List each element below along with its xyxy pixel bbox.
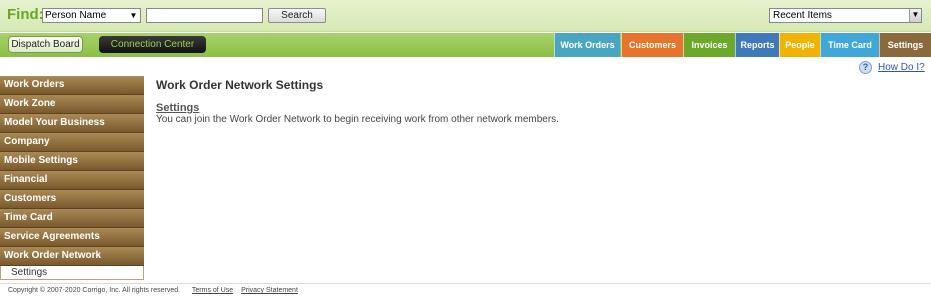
tab-settings[interactable]: Settings — [879, 33, 931, 57]
sidebar-item-service-agreements[interactable]: Service Agreements — [0, 228, 144, 247]
footer: Copyright © 2007-2020 Corrigo, Inc. All … — [0, 283, 931, 299]
recent-items-select[interactable]: Recent Items ▼ — [769, 8, 922, 23]
tab-time-card[interactable]: Time Card — [820, 33, 879, 57]
recent-items-value: Recent Items — [773, 10, 832, 21]
find-type-select[interactable]: Person Name ▼ — [42, 8, 141, 23]
dispatch-board-button[interactable]: Dispatch Board — [8, 36, 83, 53]
find-bar: Find: Person Name ▼ Search Recent Items … — [0, 0, 931, 32]
settings-section-heading[interactable]: Settings — [156, 102, 199, 114]
tab-customers[interactable]: Customers — [621, 33, 683, 57]
sidebar-subitem-settings[interactable]: Settings — [0, 266, 144, 280]
sidebar-item-work-order-network[interactable]: Work Order Network — [0, 247, 144, 266]
sidebar-item-work-zone[interactable]: Work Zone — [0, 95, 144, 114]
privacy-statement-link[interactable]: Privacy Statement — [241, 287, 298, 294]
find-type-value: Person Name — [45, 10, 107, 21]
tab-reports[interactable]: Reports — [735, 33, 779, 57]
tab-people[interactable]: People — [779, 33, 820, 57]
search-button[interactable]: Search — [268, 8, 326, 23]
connection-center-button[interactable]: Connection Center — [99, 36, 206, 53]
sidebar-item-company[interactable]: Company — [0, 133, 144, 152]
page-title: Work Order Network Settings — [156, 78, 324, 92]
chevron-down-icon: ▼ — [129, 11, 138, 20]
nav-bar: Dispatch Board Connection Center Work Or… — [0, 33, 931, 57]
sidebar-item-customers[interactable]: Customers — [0, 190, 144, 209]
search-input[interactable] — [146, 8, 263, 23]
settings-description: You can join the Work Order Network to b… — [156, 114, 559, 125]
how-do-i-link[interactable]: How Do I? — [878, 62, 925, 73]
sidebar-item-model-your-business[interactable]: Model Your Business — [0, 114, 144, 133]
sidebar-item-financial[interactable]: Financial — [0, 171, 144, 190]
tab-invoices[interactable]: Invoices — [683, 33, 735, 57]
sidebar-item-time-card[interactable]: Time Card — [0, 209, 144, 228]
copyright-text: Copyright © 2007-2020 Corrigo, Inc. All … — [8, 287, 181, 294]
terms-of-use-link[interactable]: Terms of Use — [192, 287, 233, 294]
find-label: Find: — [7, 6, 44, 23]
tab-work-orders[interactable]: Work Orders — [554, 33, 620, 57]
chevron-down-icon: ▼ — [909, 9, 921, 22]
sidebar-item-work-orders[interactable]: Work Orders — [0, 76, 144, 95]
sidebar-item-mobile-settings[interactable]: Mobile Settings — [0, 152, 144, 171]
help-icon[interactable]: ? — [859, 61, 872, 74]
sidebar: Work Orders Work Zone Model Your Business C… — [0, 76, 144, 280]
